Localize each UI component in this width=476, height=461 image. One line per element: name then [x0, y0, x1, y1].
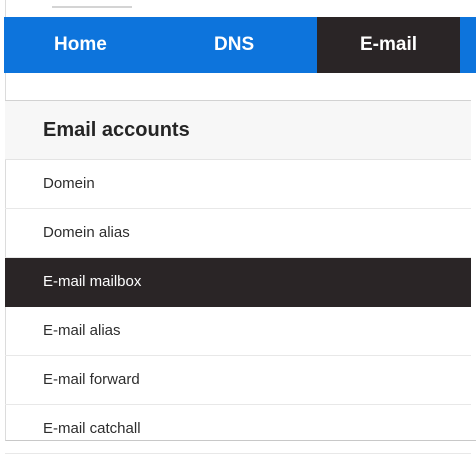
menu-item-email-mailbox[interactable]: E-mail mailbox [5, 258, 471, 307]
menu-item-email-alias[interactable]: E-mail alias [5, 307, 471, 356]
nav-item-home[interactable]: Home [4, 17, 162, 73]
menu-item-domein-alias[interactable]: Domein alias [5, 209, 471, 258]
menu-item-email-catchall[interactable]: E-mail catchall [5, 405, 471, 454]
nav-item-dns[interactable]: DNS [162, 17, 317, 73]
email-accounts-menu: Email accounts Domein Domein alias E-mai… [5, 100, 471, 454]
nav-item-email[interactable]: E-mail [317, 17, 460, 73]
top-divider [52, 6, 132, 8]
menu-heading: Email accounts [5, 101, 471, 160]
main-nav: Home DNS E-mail [4, 17, 476, 73]
menu-item-domein[interactable]: Domein [5, 160, 471, 209]
menu-item-email-forward[interactable]: E-mail forward [5, 356, 471, 405]
